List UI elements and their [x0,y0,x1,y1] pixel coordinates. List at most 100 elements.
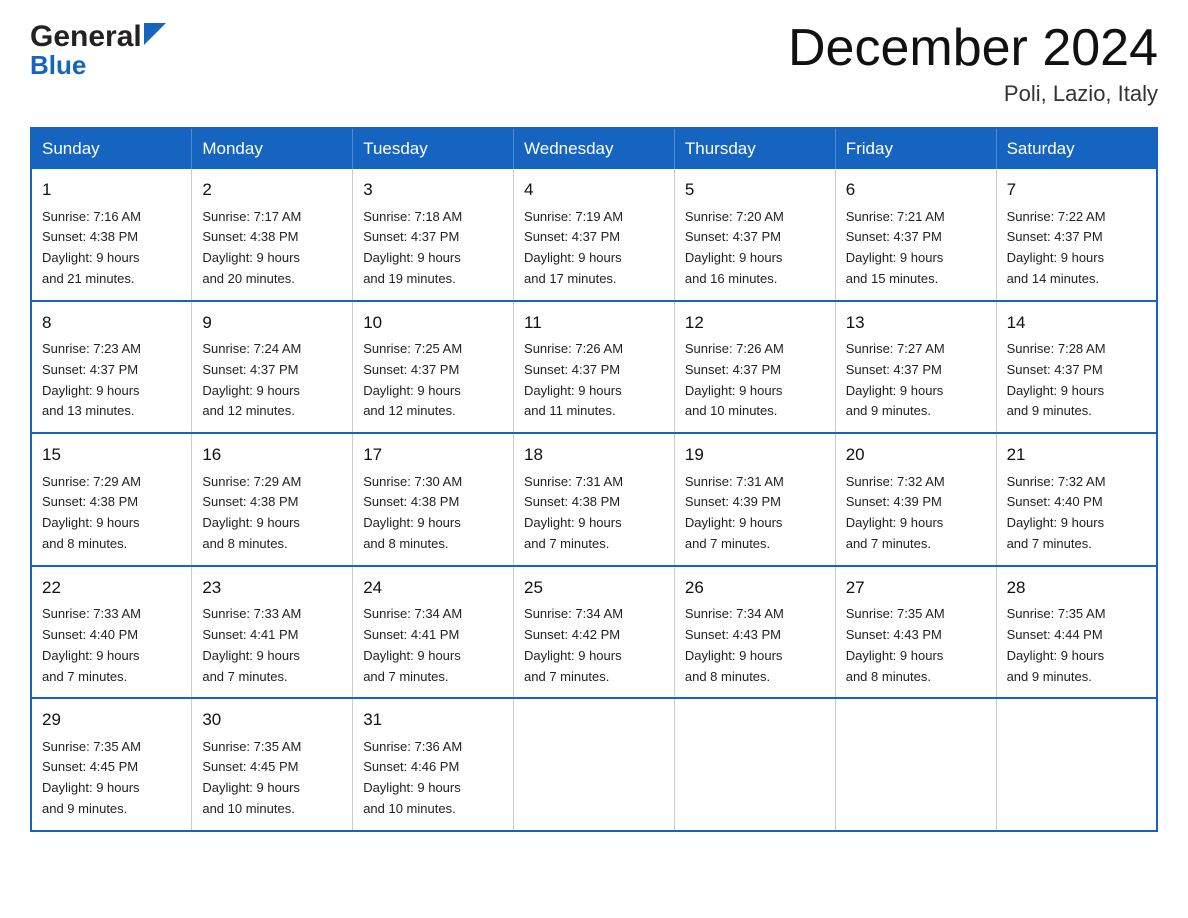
day-info: Sunrise: 7:26 AM Sunset: 4:37 PM Dayligh… [524,339,664,422]
day-number: 19 [685,442,825,468]
day-info: Sunrise: 7:29 AM Sunset: 4:38 PM Dayligh… [202,472,342,555]
day-number: 14 [1007,310,1146,336]
day-info: Sunrise: 7:32 AM Sunset: 4:39 PM Dayligh… [846,472,986,555]
calendar-day-cell: 12 Sunrise: 7:26 AM Sunset: 4:37 PM Dayl… [674,301,835,434]
calendar-day-cell: 10 Sunrise: 7:25 AM Sunset: 4:37 PM Dayl… [353,301,514,434]
day-of-week-header: Tuesday [353,128,514,169]
day-of-week-header: Sunday [31,128,192,169]
day-info: Sunrise: 7:35 AM Sunset: 4:43 PM Dayligh… [846,604,986,687]
day-info: Sunrise: 7:18 AM Sunset: 4:37 PM Dayligh… [363,207,503,290]
calendar-header-row: SundayMondayTuesdayWednesdayThursdayFrid… [31,128,1157,169]
title-section: December 2024 Poli, Lazio, Italy [788,20,1158,107]
calendar-week-row: 15 Sunrise: 7:29 AM Sunset: 4:38 PM Dayl… [31,433,1157,566]
day-number: 3 [363,177,503,203]
day-info: Sunrise: 7:21 AM Sunset: 4:37 PM Dayligh… [846,207,986,290]
calendar-day-cell: 17 Sunrise: 7:30 AM Sunset: 4:38 PM Dayl… [353,433,514,566]
day-number: 10 [363,310,503,336]
calendar-day-cell: 1 Sunrise: 7:16 AM Sunset: 4:38 PM Dayli… [31,169,192,301]
day-number: 6 [846,177,986,203]
calendar-day-cell: 28 Sunrise: 7:35 AM Sunset: 4:44 PM Dayl… [996,566,1157,699]
day-of-week-header: Saturday [996,128,1157,169]
calendar-day-cell [996,698,1157,831]
day-number: 27 [846,575,986,601]
day-number: 22 [42,575,181,601]
calendar-day-cell: 31 Sunrise: 7:36 AM Sunset: 4:46 PM Dayl… [353,698,514,831]
day-info: Sunrise: 7:33 AM Sunset: 4:40 PM Dayligh… [42,604,181,687]
calendar-week-row: 1 Sunrise: 7:16 AM Sunset: 4:38 PM Dayli… [31,169,1157,301]
calendar-day-cell: 14 Sunrise: 7:28 AM Sunset: 4:37 PM Dayl… [996,301,1157,434]
day-number: 29 [42,707,181,733]
day-number: 1 [42,177,181,203]
calendar-table: SundayMondayTuesdayWednesdayThursdayFrid… [30,127,1158,832]
calendar-day-cell: 2 Sunrise: 7:17 AM Sunset: 4:38 PM Dayli… [192,169,353,301]
day-number: 25 [524,575,664,601]
day-number: 21 [1007,442,1146,468]
calendar-day-cell: 20 Sunrise: 7:32 AM Sunset: 4:39 PM Dayl… [835,433,996,566]
calendar-day-cell: 25 Sunrise: 7:34 AM Sunset: 4:42 PM Dayl… [514,566,675,699]
calendar-day-cell [674,698,835,831]
day-number: 15 [42,442,181,468]
day-info: Sunrise: 7:35 AM Sunset: 4:45 PM Dayligh… [42,737,181,820]
day-of-week-header: Friday [835,128,996,169]
calendar-day-cell: 23 Sunrise: 7:33 AM Sunset: 4:41 PM Dayl… [192,566,353,699]
calendar-week-row: 8 Sunrise: 7:23 AM Sunset: 4:37 PM Dayli… [31,301,1157,434]
calendar-day-cell: 7 Sunrise: 7:22 AM Sunset: 4:37 PM Dayli… [996,169,1157,301]
day-info: Sunrise: 7:34 AM Sunset: 4:41 PM Dayligh… [363,604,503,687]
day-info: Sunrise: 7:16 AM Sunset: 4:38 PM Dayligh… [42,207,181,290]
day-of-week-header: Monday [192,128,353,169]
calendar-day-cell: 29 Sunrise: 7:35 AM Sunset: 4:45 PM Dayl… [31,698,192,831]
day-info: Sunrise: 7:22 AM Sunset: 4:37 PM Dayligh… [1007,207,1146,290]
day-info: Sunrise: 7:24 AM Sunset: 4:37 PM Dayligh… [202,339,342,422]
day-info: Sunrise: 7:26 AM Sunset: 4:37 PM Dayligh… [685,339,825,422]
calendar-day-cell [514,698,675,831]
logo-arrow-icon [144,23,166,45]
day-info: Sunrise: 7:30 AM Sunset: 4:38 PM Dayligh… [363,472,503,555]
calendar-day-cell: 11 Sunrise: 7:26 AM Sunset: 4:37 PM Dayl… [514,301,675,434]
day-info: Sunrise: 7:31 AM Sunset: 4:38 PM Dayligh… [524,472,664,555]
calendar-day-cell: 19 Sunrise: 7:31 AM Sunset: 4:39 PM Dayl… [674,433,835,566]
calendar-day-cell: 9 Sunrise: 7:24 AM Sunset: 4:37 PM Dayli… [192,301,353,434]
day-info: Sunrise: 7:35 AM Sunset: 4:45 PM Dayligh… [202,737,342,820]
calendar-day-cell: 24 Sunrise: 7:34 AM Sunset: 4:41 PM Dayl… [353,566,514,699]
day-number: 20 [846,442,986,468]
month-title: December 2024 [788,20,1158,77]
day-number: 24 [363,575,503,601]
day-info: Sunrise: 7:36 AM Sunset: 4:46 PM Dayligh… [363,737,503,820]
day-info: Sunrise: 7:31 AM Sunset: 4:39 PM Dayligh… [685,472,825,555]
calendar-day-cell: 18 Sunrise: 7:31 AM Sunset: 4:38 PM Dayl… [514,433,675,566]
day-info: Sunrise: 7:34 AM Sunset: 4:42 PM Dayligh… [524,604,664,687]
calendar-day-cell: 6 Sunrise: 7:21 AM Sunset: 4:37 PM Dayli… [835,169,996,301]
day-of-week-header: Thursday [674,128,835,169]
day-info: Sunrise: 7:20 AM Sunset: 4:37 PM Dayligh… [685,207,825,290]
day-number: 28 [1007,575,1146,601]
day-info: Sunrise: 7:27 AM Sunset: 4:37 PM Dayligh… [846,339,986,422]
day-number: 18 [524,442,664,468]
calendar-day-cell: 13 Sunrise: 7:27 AM Sunset: 4:37 PM Dayl… [835,301,996,434]
calendar-week-row: 22 Sunrise: 7:33 AM Sunset: 4:40 PM Dayl… [31,566,1157,699]
day-info: Sunrise: 7:34 AM Sunset: 4:43 PM Dayligh… [685,604,825,687]
day-number: 4 [524,177,664,203]
page-header: General Blue December 2024 Poli, Lazio, … [30,20,1158,107]
day-number: 5 [685,177,825,203]
day-info: Sunrise: 7:19 AM Sunset: 4:37 PM Dayligh… [524,207,664,290]
day-number: 31 [363,707,503,733]
day-number: 12 [685,310,825,336]
day-info: Sunrise: 7:17 AM Sunset: 4:38 PM Dayligh… [202,207,342,290]
day-number: 16 [202,442,342,468]
calendar-day-cell: 5 Sunrise: 7:20 AM Sunset: 4:37 PM Dayli… [674,169,835,301]
calendar-day-cell [835,698,996,831]
day-number: 23 [202,575,342,601]
calendar-day-cell: 8 Sunrise: 7:23 AM Sunset: 4:37 PM Dayli… [31,301,192,434]
calendar-day-cell: 4 Sunrise: 7:19 AM Sunset: 4:37 PM Dayli… [514,169,675,301]
day-info: Sunrise: 7:29 AM Sunset: 4:38 PM Dayligh… [42,472,181,555]
calendar-day-cell: 15 Sunrise: 7:29 AM Sunset: 4:38 PM Dayl… [31,433,192,566]
day-number: 26 [685,575,825,601]
calendar-week-row: 29 Sunrise: 7:35 AM Sunset: 4:45 PM Dayl… [31,698,1157,831]
logo-blue-text: Blue [30,50,166,81]
day-of-week-header: Wednesday [514,128,675,169]
calendar-day-cell: 27 Sunrise: 7:35 AM Sunset: 4:43 PM Dayl… [835,566,996,699]
day-info: Sunrise: 7:25 AM Sunset: 4:37 PM Dayligh… [363,339,503,422]
calendar-day-cell: 22 Sunrise: 7:33 AM Sunset: 4:40 PM Dayl… [31,566,192,699]
day-info: Sunrise: 7:23 AM Sunset: 4:37 PM Dayligh… [42,339,181,422]
day-number: 11 [524,310,664,336]
